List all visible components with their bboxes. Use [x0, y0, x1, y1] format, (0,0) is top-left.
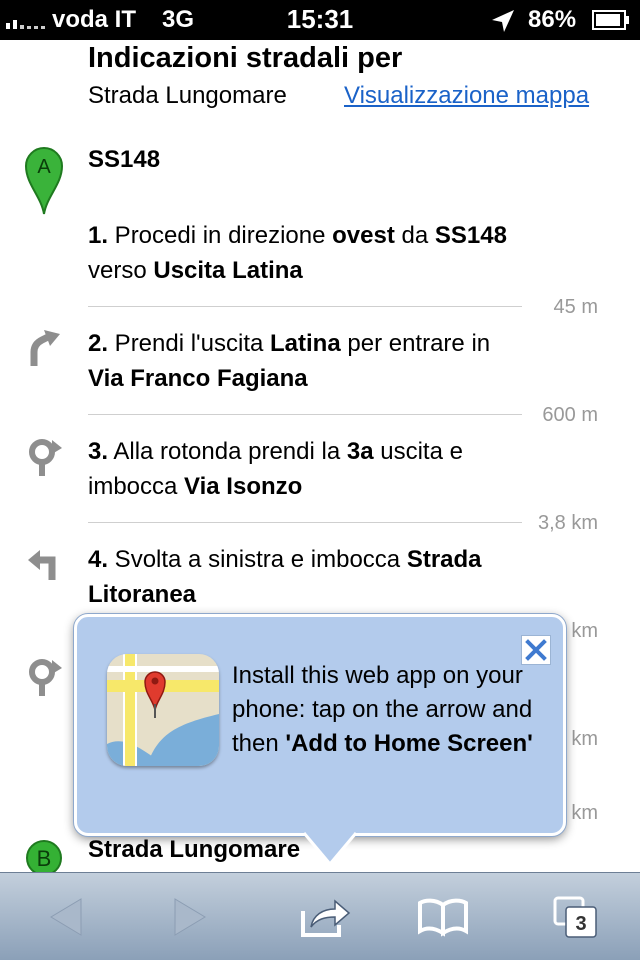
step-number: 4. [88, 546, 109, 573]
marker-b-icon: B [26, 840, 62, 874]
origin-label: SS148 [88, 146, 161, 173]
step-number: 3. [88, 438, 109, 465]
tabs-icon: 3 [553, 896, 597, 938]
browser-toolbar: 3 [0, 872, 640, 960]
map-view-link[interactable]: Visualizzazione mappa [344, 82, 589, 110]
share-icon [301, 899, 351, 937]
popup-pointer [304, 832, 356, 866]
step-1-distance: 45 m [553, 296, 598, 318]
forward-arrow-icon [174, 898, 206, 936]
step-6-distance: km [571, 802, 598, 824]
step-number: 1. [88, 222, 109, 249]
page-title: Indicazioni stradali per [88, 42, 403, 74]
step-number: 2. [88, 330, 109, 357]
ramp-right-icon [30, 330, 60, 366]
battery-icon [592, 10, 629, 30]
svg-text:A: A [37, 156, 51, 178]
maps-app-icon [107, 654, 219, 766]
status-bar: voda IT 3G 15:31 86% [0, 0, 640, 40]
step-4-distance: km [571, 620, 598, 642]
battery-percent: 86% [528, 6, 577, 33]
back-button[interactable] [30, 873, 100, 960]
roundabout-icon [29, 439, 62, 476]
network-type: 3G [162, 6, 195, 33]
book-icon [418, 898, 468, 937]
step-separator [88, 414, 522, 415]
destination-subtitle: Strada Lungomare [88, 82, 287, 109]
step-2-distance: 600 m [542, 404, 598, 426]
svg-text:B: B [37, 846, 52, 871]
step-3-distance: 3,8 km [537, 512, 598, 534]
destination-label: Strada Lungomare [88, 836, 301, 863]
signal-strength-icon [6, 13, 45, 29]
tabs-button[interactable]: 3 [540, 873, 610, 960]
back-arrow-icon [50, 898, 82, 936]
location-arrow-icon [492, 10, 514, 32]
step-separator [88, 306, 522, 307]
add-to-home-popup: Install this web app on your phone: tap … [74, 614, 566, 836]
bookmarks-button[interactable] [408, 873, 478, 960]
step-4-text: 4. Svolta a sinistra e imbocca Strada Li… [88, 546, 482, 608]
step-3-text: 3. Alla rotonda prendi la 3a uscita e im… [88, 438, 463, 500]
marker-a-icon: A [24, 147, 64, 215]
popup-message: Install this web app on your phone: tap … [232, 662, 533, 757]
step-separator [88, 522, 522, 523]
share-button[interactable] [290, 873, 360, 960]
tabs-count: 3 [575, 913, 586, 935]
roundabout-icon [29, 659, 62, 696]
step-2-text: 2. Prendi l'uscita Latina per entrare in… [88, 330, 491, 392]
carrier-name: voda IT [52, 6, 137, 33]
step-5-distance: km [571, 728, 598, 750]
turn-left-icon [28, 550, 56, 580]
step-1-text: 1. Procedi in direzione ovest da SS148 v… [88, 222, 507, 284]
forward-button[interactable] [156, 873, 226, 960]
